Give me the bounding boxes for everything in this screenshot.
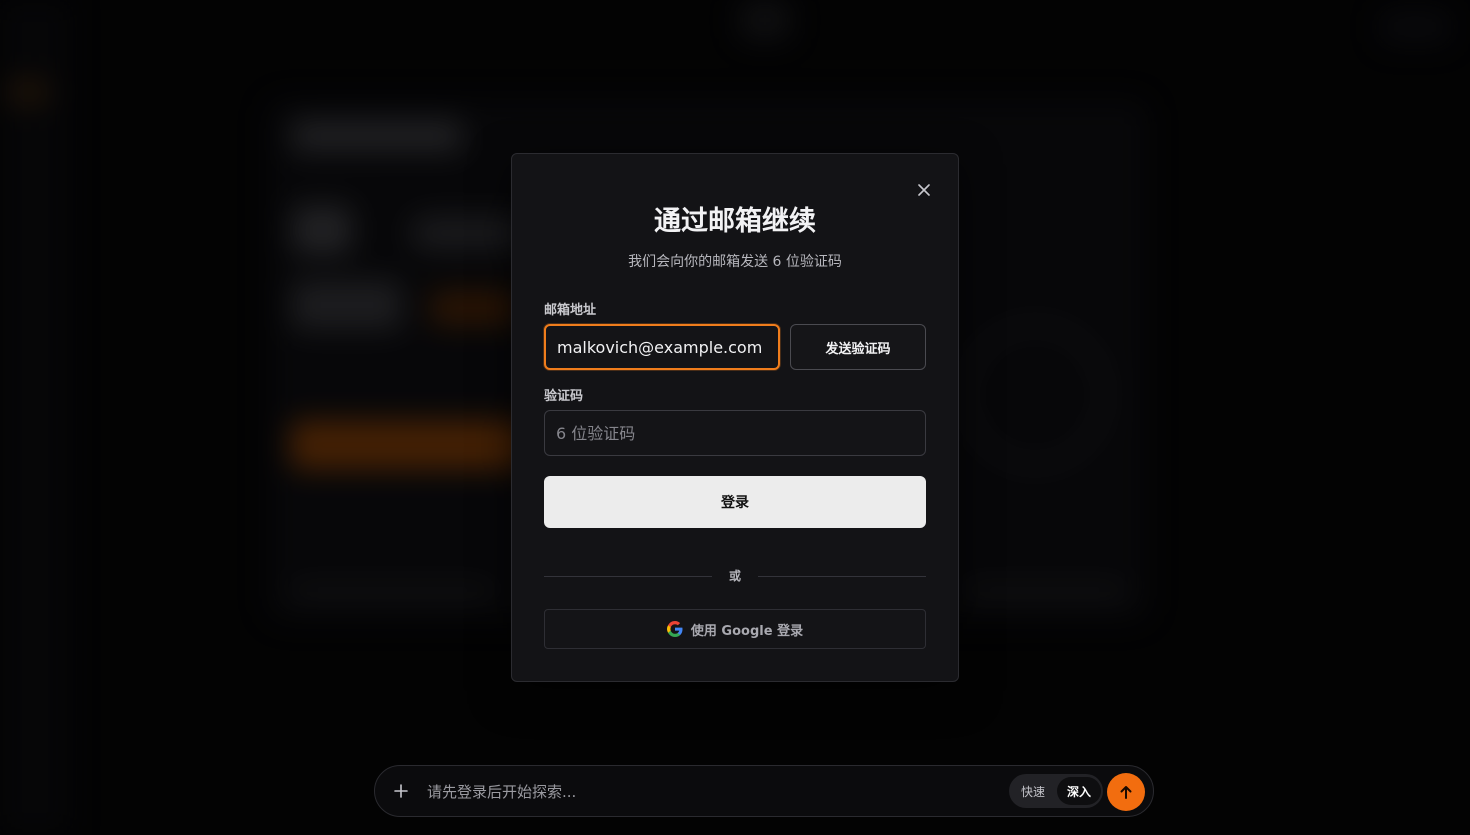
- email-input[interactable]: [544, 324, 780, 370]
- verification-code-label: 验证码: [544, 389, 584, 404]
- divider-text: 或: [728, 569, 741, 583]
- google-icon: [666, 621, 683, 637]
- email-login-dialog: 通过邮箱继续 我们会向你的邮箱发送 6 位验证码 邮箱地址 发送验证码 验证码 …: [511, 153, 959, 682]
- plus-icon: [394, 784, 408, 798]
- google-login-label: 使用 Google 登录: [690, 623, 804, 639]
- chat-input[interactable]: [427, 779, 987, 805]
- email-label: 邮箱地址: [544, 303, 597, 318]
- dialog-subtitle: 我们会向你的邮箱发送 6 位验证码: [628, 254, 842, 270]
- send-code-button[interactable]: 发送验证码: [790, 324, 926, 370]
- mode-deep-option[interactable]: 深入: [1057, 777, 1101, 805]
- mode-toggle: 快速 深入: [1009, 774, 1103, 808]
- close-button[interactable]: [914, 180, 934, 200]
- chat-composer: 快速 深入: [374, 765, 1154, 817]
- send-button[interactable]: [1107, 773, 1145, 811]
- verification-code-input[interactable]: [544, 410, 926, 456]
- google-login-button[interactable]: 使用 Google 登录: [544, 609, 926, 649]
- divider-line: [758, 576, 926, 577]
- page: 通过邮箱继续 我们会向你的邮箱发送 6 位验证码 邮箱地址 发送验证码 验证码 …: [0, 0, 1470, 835]
- mode-fast-option[interactable]: 快速: [1011, 777, 1055, 805]
- attach-button[interactable]: [389, 779, 413, 803]
- close-icon: [918, 184, 930, 196]
- dialog-title: 通过邮箱继续: [654, 206, 816, 237]
- arrow-up-icon: [1120, 786, 1132, 799]
- login-button[interactable]: 登录: [544, 476, 926, 528]
- divider-line: [544, 576, 712, 577]
